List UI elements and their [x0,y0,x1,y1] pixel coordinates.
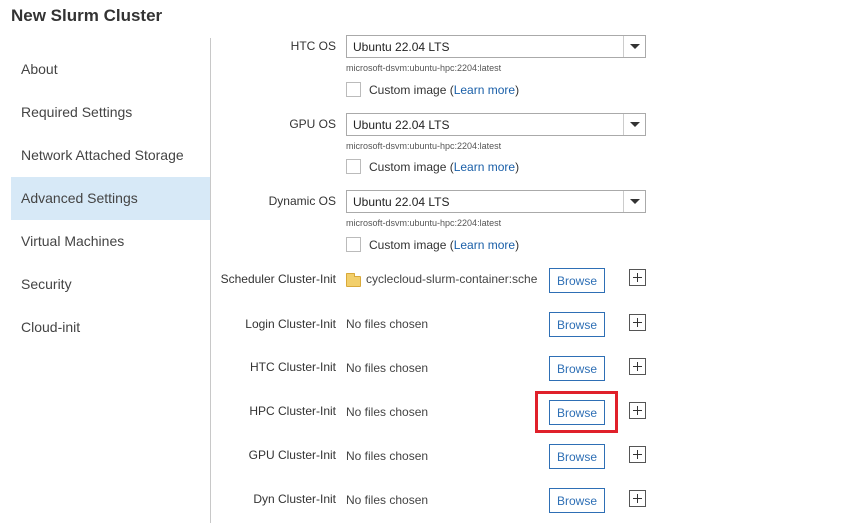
htc-browse-button[interactable]: Browse [549,356,605,381]
htc-os-select[interactable]: Ubuntu 22.04 LTS [346,35,646,58]
custom-image-suffix: ) [515,83,520,97]
htc-cluster-init-files: No files chosen [346,361,429,375]
sidebar-item-required-settings[interactable]: Required Settings [0,91,210,134]
learn-more-link[interactable]: Learn more [454,238,515,252]
dynamic-os-value: Ubuntu 22.04 LTS [353,195,450,209]
gpu-add-icon[interactable] [629,446,646,463]
dynamic-os-select[interactable]: Ubuntu 22.04 LTS [346,190,646,213]
gpu-custom-image-checkbox[interactable] [346,159,361,174]
scheduler-cluster-init-label: Scheduler Cluster-Init [220,272,336,286]
login-cluster-init-label: Login Cluster-Init [245,317,336,331]
dyn-add-icon[interactable] [629,490,646,507]
chevron-down-icon[interactable] [623,191,645,212]
scheduler-browse-button[interactable]: Browse [549,268,605,293]
htc-custom-image-checkbox[interactable] [346,82,361,97]
login-browse-button[interactable]: Browse [549,312,605,337]
gpu-cluster-init-files: No files chosen [346,449,429,463]
sidebar-item-advanced-settings[interactable]: Advanced Settings [11,177,210,220]
gpu-os-image-hint: microsoft-dsvm:ubuntu-hpc:2204:latest [346,141,502,151]
gpu-cluster-init-label: GPU Cluster-Init [248,448,336,462]
custom-image-suffix: ) [515,160,520,174]
custom-image-suffix: ) [515,238,520,252]
login-add-icon[interactable] [629,314,646,331]
dyn-cluster-init-files: No files chosen [346,493,429,507]
highlight-box [535,391,618,433]
hpc-add-icon[interactable] [629,402,646,419]
learn-more-link[interactable]: Learn more [454,83,515,97]
sidebar-nav: About Required Settings Network Attached… [0,48,210,349]
gpu-os-value: Ubuntu 22.04 LTS [353,118,450,132]
login-cluster-init-files: No files chosen [346,317,429,331]
sidebar-item-virtual-machines[interactable]: Virtual Machines [0,220,210,263]
htc-os-value: Ubuntu 22.04 LTS [353,40,450,54]
folder-icon [346,273,361,287]
gpu-os-select[interactable]: Ubuntu 22.04 LTS [346,113,646,136]
scheduler-add-icon[interactable] [629,269,646,286]
sidebar-item-about[interactable]: About [0,48,210,91]
htc-os-label: HTC OS [290,39,336,53]
sidebar-item-network-attached-storage[interactable]: Network Attached Storage [0,134,210,177]
gpu-os-label: GPU OS [289,117,336,131]
htc-add-icon[interactable] [629,358,646,375]
chevron-down-icon[interactable] [623,36,645,57]
hpc-cluster-init-label: HPC Cluster-Init [249,404,336,418]
page-title: New Slurm Cluster [11,6,163,25]
dyn-cluster-init-label: Dyn Cluster-Init [253,492,336,506]
dynamic-os-image-hint: microsoft-dsvm:ubuntu-hpc:2204:latest [346,218,502,228]
htc-cluster-init-label: HTC Cluster-Init [249,360,336,374]
custom-image-label: Custom image ( [369,238,454,252]
sidebar-divider [210,38,211,523]
chevron-down-icon[interactable] [623,114,645,135]
learn-more-link[interactable]: Learn more [454,160,515,174]
sidebar-item-security[interactable]: Security [0,263,210,306]
dynamic-os-label: Dynamic OS [268,194,336,208]
dynamic-custom-image-checkbox[interactable] [346,237,361,252]
hpc-cluster-init-files: No files chosen [346,405,429,419]
custom-image-label: Custom image ( [369,160,454,174]
scheduler-cluster-init-files: cyclecloud-slurm-container:sche [366,272,538,286]
htc-os-image-hint: microsoft-dsvm:ubuntu-hpc:2204:latest [346,63,502,73]
dyn-browse-button[interactable]: Browse [549,488,605,513]
gpu-browse-button[interactable]: Browse [549,444,605,469]
sidebar-item-cloud-init[interactable]: Cloud-init [0,306,210,349]
custom-image-label: Custom image ( [369,83,454,97]
